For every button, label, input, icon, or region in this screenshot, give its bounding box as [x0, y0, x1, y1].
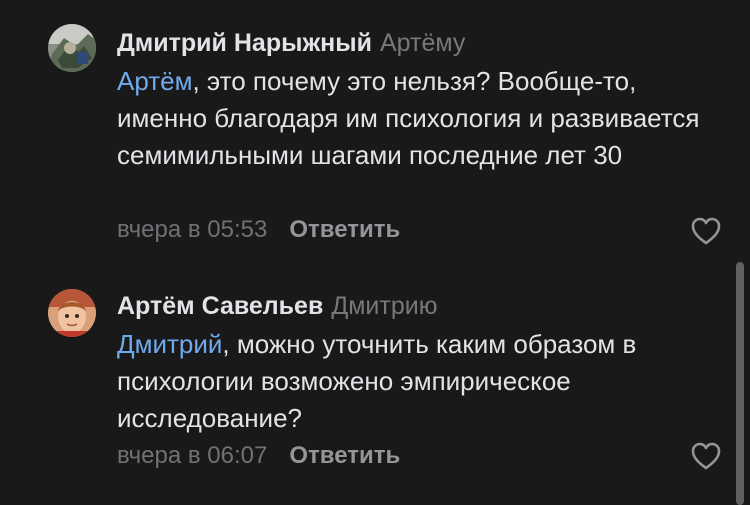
reply-button[interactable]: Ответить [289, 442, 400, 469]
reply-to-label[interactable]: Артёму [380, 29, 465, 57]
like-button[interactable] [690, 216, 722, 246]
comment-header: Дмитрий Нарыжный Артёму [117, 28, 465, 58]
comment-item: Артём Савельев Дмитрию Дмитрий, можно уто… [0, 270, 750, 505]
comment-text: Артём, это почему это нельзя? Вообще-то,… [117, 63, 727, 174]
comment-meta: вчера в 06:07 Ответить [117, 441, 400, 471]
scrollbar-thumb[interactable] [736, 262, 744, 505]
comment-item: Дмитрий Нарыжный Артёму Артём, это почему… [0, 0, 750, 270]
author-avatar[interactable] [48, 289, 96, 337]
comment-text: Дмитрий, можно уточнить каким образом в … [117, 326, 727, 437]
author-name[interactable]: Дмитрий Нарыжный [117, 29, 372, 57]
comment-timestamp[interactable]: вчера в 05:53 [117, 216, 267, 243]
reply-to-label[interactable]: Дмитрию [331, 292, 437, 320]
user-photo-icon [48, 289, 96, 337]
heart-outline-icon [691, 217, 721, 245]
user-photo-icon [48, 24, 96, 72]
like-button[interactable] [690, 441, 722, 471]
comment-timestamp[interactable]: вчера в 06:07 [117, 442, 267, 469]
heart-outline-icon [691, 442, 721, 470]
comment-header: Артём Савельев Дмитрию [117, 291, 437, 321]
comment-meta: вчера в 05:53 Ответить [117, 215, 400, 245]
author-avatar[interactable] [48, 24, 96, 72]
mention-link[interactable]: Дмитрий [117, 329, 222, 359]
mention-link[interactable]: Артём [117, 66, 192, 96]
author-name[interactable]: Артём Савельев [117, 292, 323, 320]
reply-button[interactable]: Ответить [289, 216, 400, 243]
comment-body: , это почему это нельзя? Вообще-то, имен… [117, 66, 700, 170]
